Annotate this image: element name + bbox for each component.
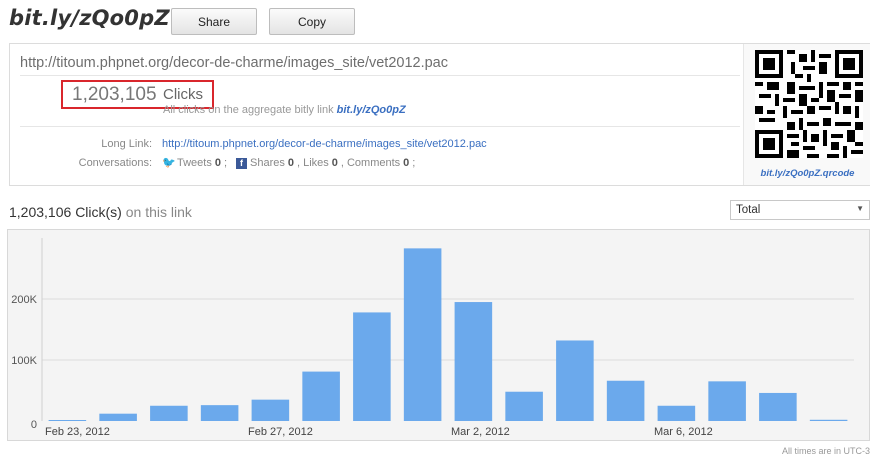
bar-mar-1[interactable] xyxy=(403,248,442,421)
x-tick-label: Mar 6, 2012 xyxy=(654,426,713,438)
total-clicks: 1,203,106 xyxy=(9,204,72,220)
bar-mar-4[interactable] xyxy=(556,340,594,421)
bar-feb-27[interactable] xyxy=(251,399,290,421)
bar-feb-28[interactable] xyxy=(302,371,340,421)
clicks-bar-chart: 0 100K 200K Feb 23, 2012 Feb 27, 2012 Mar 2, … xyxy=(11,238,854,438)
bar-feb-23[interactable] xyxy=(48,420,87,421)
bar-mar-8[interactable] xyxy=(759,392,797,421)
range-select-value: Total xyxy=(736,204,761,216)
bar-feb-29[interactable] xyxy=(353,312,391,421)
bar-feb-24[interactable] xyxy=(99,413,137,421)
chevron-down-icon: ▼ xyxy=(856,204,864,213)
clicks-count: 1,203,105 xyxy=(72,84,157,105)
clicks-suffix: on this link xyxy=(125,204,192,220)
bar-mar-5[interactable] xyxy=(606,380,645,421)
y-tick-label: 100K xyxy=(11,355,37,367)
tweets-label[interactable]: Tweets xyxy=(177,157,212,169)
share-button[interactable]: Share xyxy=(171,8,257,35)
comments-count: 0 xyxy=(403,157,410,169)
bar-feb-25[interactable] xyxy=(150,405,188,421)
facebook-icon: f xyxy=(236,157,248,169)
likes-count: 0 xyxy=(331,157,338,169)
copy-button[interactable]: Copy xyxy=(269,8,355,35)
qr-panel: bit.ly/zQo0pZ.qrcode xyxy=(743,44,870,185)
aggregate-note: All clicks on the aggregate bitly link b… xyxy=(163,104,406,116)
x-tick-label: Mar 2, 2012 xyxy=(451,426,510,438)
bar-mar-9[interactable] xyxy=(809,419,848,421)
long-link-label: Long Link: xyxy=(101,138,152,150)
x-tick-label: Feb 27, 2012 xyxy=(248,426,313,438)
long-link[interactable]: http://titoum.phpnet.org/decor-de-charme… xyxy=(162,138,487,150)
range-select[interactable]: Total ▼ xyxy=(730,200,870,220)
short-link-title: bit.ly/zQo0pZ xyxy=(9,6,170,30)
conversations-stats: 🐦 Tweets 0; f Shares 0, Likes 0, Comment… xyxy=(162,157,416,169)
x-tick-label: Feb 23, 2012 xyxy=(45,426,110,438)
link-info-panel: http://titoum.phpnet.org/decor-de-charme… xyxy=(9,43,870,186)
y-tick-label: 0 xyxy=(31,419,37,431)
bar-mar-7[interactable] xyxy=(708,381,746,421)
tweets-count: 0 xyxy=(214,157,221,169)
clicks-chart: 0 100K 200K Feb 23, 2012 Feb 27, 2012 Mar 2, … xyxy=(7,229,870,441)
aggregate-link[interactable]: bit.ly/zQo0pZ xyxy=(337,104,406,116)
clicks-label: Clicks xyxy=(163,86,203,103)
bar-mar-2[interactable] xyxy=(454,302,493,421)
qr-code-icon[interactable] xyxy=(755,50,863,158)
comments-label[interactable]: Comments xyxy=(347,157,400,169)
qr-code-link[interactable]: bit.ly/zQo0pZ.qrcode xyxy=(744,168,871,179)
clicks-unit: Click(s) xyxy=(75,204,122,220)
divider xyxy=(20,126,740,127)
clicks-summary: 1,203,106 Click(s) on this link xyxy=(9,204,192,220)
destination-url-title: http://titoum.phpnet.org/decor-de-charme… xyxy=(20,55,448,71)
y-tick-label: 200K xyxy=(11,294,37,306)
twitter-icon: 🐦 xyxy=(162,157,176,169)
divider xyxy=(20,75,740,76)
bar-mar-3[interactable] xyxy=(505,391,543,421)
bar-mar-6[interactable] xyxy=(657,405,696,421)
shares-count: 0 xyxy=(287,157,295,169)
bar-feb-26[interactable] xyxy=(200,405,239,421)
aggregate-note-text: All clicks on the aggregate bitly link xyxy=(163,104,334,116)
likes-label[interactable]: Likes xyxy=(303,157,329,169)
shares-label[interactable]: Shares xyxy=(250,157,285,169)
timezone-note: All times are in UTC-3 xyxy=(781,446,870,456)
conversations-label: Conversations: xyxy=(78,157,152,169)
